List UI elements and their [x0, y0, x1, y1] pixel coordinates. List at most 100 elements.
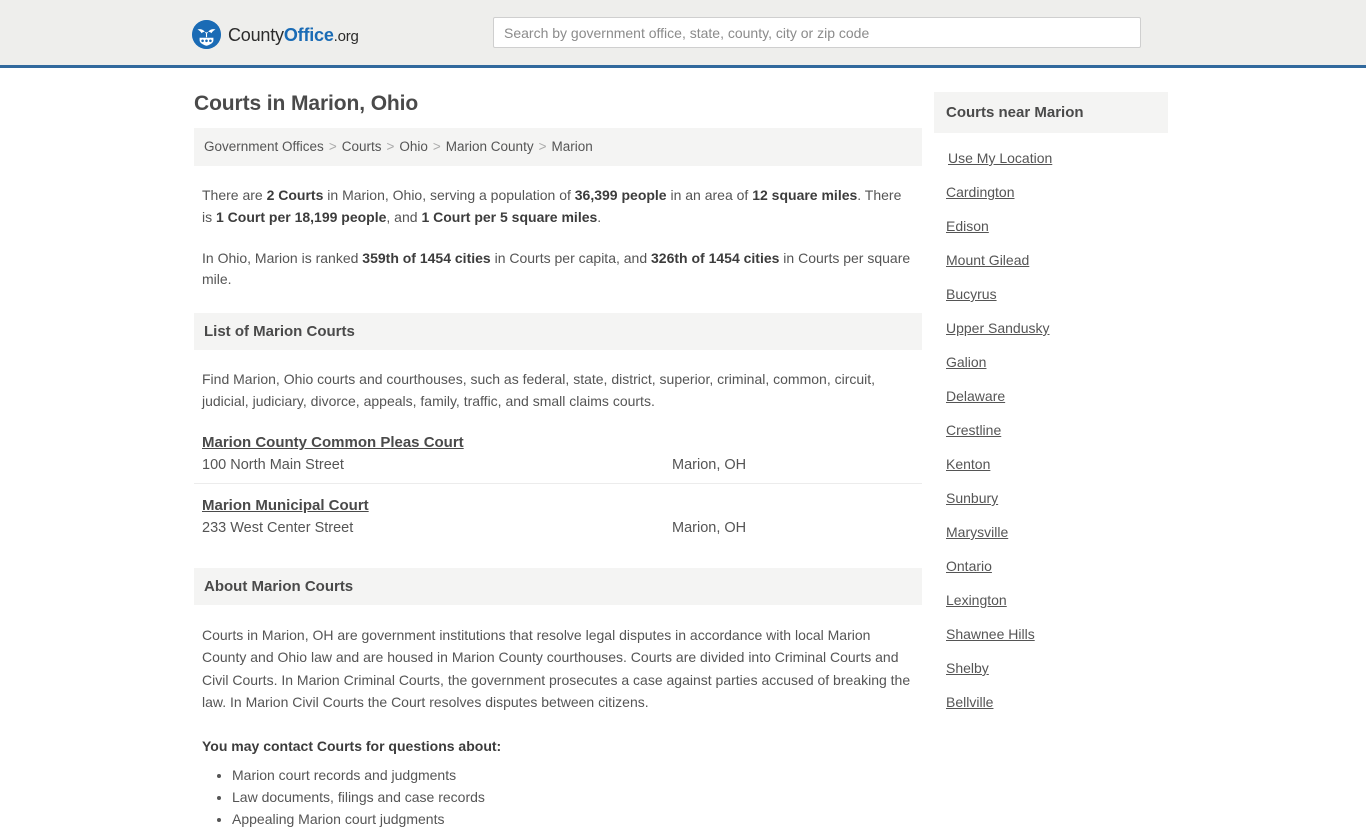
site-logo-link[interactable]: CountyOffice.org [192, 20, 359, 49]
logo-text-office: Office [283, 24, 334, 45]
emphasis-value: 36,399 people [574, 187, 667, 204]
court-row: Marion County Common Pleas Court 100 Nort… [194, 434, 922, 485]
nearby-city-link[interactable]: Ontario [946, 558, 992, 574]
use-my-location-item: Use My Location [934, 133, 1168, 166]
intro-paragraph-1: There are 2 Courts in Marion, Ohio, serv… [202, 185, 914, 228]
body-text: In Ohio, Marion is ranked [202, 249, 363, 266]
nearby-city-link[interactable]: Sunbury [946, 490, 998, 506]
nearby-city-item: Shelby [934, 642, 1168, 676]
page-body: Courts in Marion, Ohio Government Office… [0, 68, 1366, 832]
body-text: in an area of [666, 187, 753, 204]
court-info: Marion County Common Pleas Court 100 Nort… [202, 434, 672, 473]
contact-topic-item: Law documents, filings and case records [232, 787, 914, 807]
nearby-city-item: Ontario [934, 540, 1168, 574]
nearby-city-link[interactable]: Lexington [946, 592, 1007, 608]
nearby-city-item: Cardington [934, 166, 1168, 200]
nearby-city-link[interactable]: Marysville [946, 524, 1008, 540]
emphasis-value: 326th of 1454 cities [651, 249, 780, 266]
site-logo-text: CountyOffice.org [228, 26, 359, 44]
body-text: , and [386, 208, 422, 225]
contact-lead: You may contact Courts for questions abo… [202, 737, 502, 754]
site-header: CountyOffice.org [0, 0, 1366, 68]
nearby-city-item: Crestline [934, 404, 1168, 438]
breadcrumb-separator: > [538, 139, 547, 154]
nearby-city-link[interactable]: Delaware [946, 388, 1005, 404]
emphasis-value: 1 Court per 18,199 people [216, 208, 387, 225]
nearby-city-item: Marysville [934, 506, 1168, 540]
breadcrumb-item[interactable]: Ohio [399, 139, 428, 154]
nearby-city-item: Upper Sandusky [934, 302, 1168, 336]
nearby-city-link[interactable]: Shawnee Hills [946, 626, 1035, 642]
court-city-state: Marion, OH [672, 457, 747, 474]
court-list: Marion County Common Pleas Court 100 Nort… [194, 434, 922, 546]
nearby-city-link[interactable]: Cardington [946, 184, 1015, 200]
use-my-location-link[interactable]: Use My Location [948, 150, 1052, 166]
breadcrumb-separator: > [328, 139, 337, 154]
nearby-city-link[interactable]: Kenton [946, 456, 990, 472]
intro-stats: There are 2 Courts in Marion, Ohio, serv… [194, 185, 922, 291]
search-container [493, 17, 1141, 48]
breadcrumb-item[interactable]: Government Offices [204, 139, 324, 154]
nearby-city-link[interactable]: Shelby [946, 660, 989, 676]
sidebar-heading: Courts near Marion [946, 104, 1084, 121]
court-name-link[interactable]: Marion Municipal Court [202, 497, 369, 514]
eagle-shield-icon [192, 20, 221, 49]
contact-topic-item: Appealing Marion court judgments [232, 809, 914, 829]
about-section-body: Courts in Marion, OH are government inst… [194, 624, 922, 829]
intro-paragraph-2: In Ohio, Marion is ranked 359th of 1454 … [202, 248, 914, 291]
emphasis-value: 2 Courts [266, 187, 324, 204]
court-address: 100 North Main Street [202, 457, 344, 474]
sidebar-header: Courts near Marion [934, 92, 1168, 133]
nearby-city-link[interactable]: Upper Sandusky [946, 320, 1050, 336]
nearby-city-link[interactable]: Edison [946, 218, 989, 234]
sidebar: Courts near Marion Use My Location Cardin… [934, 68, 1168, 710]
contact-topics-list: Marion court records and judgmentsLaw do… [202, 765, 914, 830]
court-name-link[interactable]: Marion County Common Pleas Court [202, 434, 464, 451]
nearby-city-link[interactable]: Bucyrus [946, 286, 997, 302]
nearby-cities-list: Use My Location Cardington Edison Mount Gil… [934, 133, 1168, 710]
nearby-city-item: Mount Gilead [934, 234, 1168, 268]
list-section-heading: List of Marion Courts [204, 322, 355, 340]
court-city-state-cell: Marion, OH [672, 434, 914, 473]
search-input[interactable] [493, 17, 1141, 48]
about-section-header: About Marion Courts [194, 568, 922, 606]
nearby-city-item: Galion [934, 336, 1168, 370]
list-section-description: Find Marion, Ohio courts and courthouses… [202, 370, 876, 409]
body-text: in Marion, Ohio, serving a population of [323, 187, 575, 204]
list-section-body: Find Marion, Ohio courts and courthouses… [194, 369, 922, 412]
logo-text-org: .org [333, 27, 359, 45]
nearby-city-link[interactable]: Crestline [946, 422, 1001, 438]
nearby-city-item: Kenton [934, 438, 1168, 472]
court-city-state-cell: Marion, OH [672, 497, 914, 536]
logo-text-county: County [228, 24, 284, 45]
body-text: . [597, 208, 602, 225]
nearby-city-item: Delaware [934, 370, 1168, 404]
list-section-header: List of Marion Courts [194, 312, 922, 350]
court-address: 233 West Center Street [202, 520, 354, 537]
nearby-city-item: Lexington [934, 574, 1168, 608]
emphasis-value: 12 square miles [752, 187, 858, 204]
main-column: Courts in Marion, Ohio Government Office… [194, 68, 922, 832]
court-info: Marion Municipal Court 233 West Center St… [202, 497, 672, 536]
emphasis-value: 1 Court per 5 square miles [421, 208, 598, 225]
breadcrumb-separator: > [432, 139, 441, 154]
breadcrumb-separator: > [386, 139, 395, 154]
breadcrumb: Government Offices > Courts > Ohio > Marion Co… [194, 128, 922, 167]
about-section-heading: About Marion Courts [204, 578, 354, 596]
body-text: in Courts per capita, and [490, 249, 652, 266]
breadcrumb-item[interactable]: Courts [342, 139, 382, 154]
emphasis-value: 359th of 1454 cities [362, 249, 491, 266]
nearby-city-item: Edison [934, 200, 1168, 234]
body-text: There are [202, 187, 267, 204]
nearby-city-item: Bucyrus [934, 268, 1168, 302]
breadcrumb-item[interactable]: Marion County [446, 139, 534, 154]
nearby-city-link[interactable]: Galion [946, 354, 986, 370]
nearby-city-item: Shawnee Hills [934, 608, 1168, 642]
nearby-city-link[interactable]: Bellville [946, 694, 993, 710]
breadcrumb-item[interactable]: Marion [551, 139, 592, 154]
court-city-state: Marion, OH [672, 520, 747, 537]
about-paragraph: Courts in Marion, OH are government inst… [202, 627, 911, 710]
nearby-city-item: Sunbury [934, 472, 1168, 506]
nearby-city-link[interactable]: Mount Gilead [946, 252, 1029, 268]
page-title: Courts in Marion, Ohio [194, 92, 419, 115]
